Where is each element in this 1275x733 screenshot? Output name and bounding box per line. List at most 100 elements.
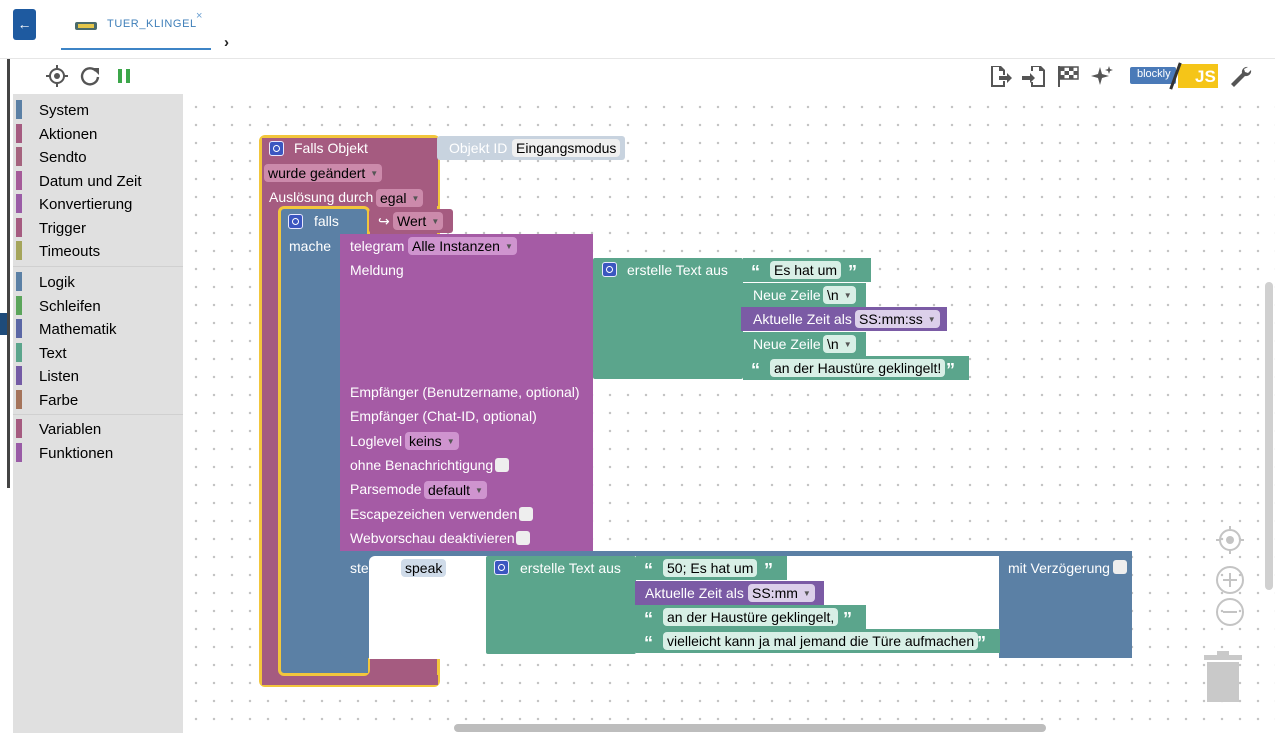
ausloesung-dropdown[interactable]: egal ▼	[376, 189, 424, 207]
newline-dropdown[interactable]: \n ▼	[823, 286, 856, 304]
dropdown-arrow-icon: ▼	[370, 169, 379, 179]
blockly-workspace[interactable]: Falls Objekt Objekt ID Eingangsmodus wur…	[183, 94, 1275, 733]
recipient-chat-label: Empfänger (Chat-ID, optional)	[350, 408, 537, 424]
quote-close-icon: ”	[848, 262, 857, 282]
sidebar-item-sendto[interactable]: Sendto	[13, 145, 183, 167]
sidebar-item-variablen[interactable]: Variablen	[13, 417, 183, 439]
sidebar-item-system[interactable]: System	[13, 98, 183, 120]
wurde-geaendert-value: wurde geändert	[268, 165, 366, 181]
sidebar-item-farbe[interactable]: Farbe	[13, 388, 183, 410]
sidebar-item-mathematik[interactable]: Mathematik	[13, 317, 183, 339]
ausloesung-label: Auslösung durch	[269, 189, 374, 205]
webpreview-checkbox[interactable]	[516, 531, 530, 545]
wrench-icon[interactable]	[1228, 64, 1252, 88]
dropdown-arrow-icon: ▼	[927, 315, 936, 325]
newline-dropdown[interactable]: \n ▼	[823, 335, 856, 353]
refresh-icon[interactable]	[78, 64, 102, 88]
crosshair-icon[interactable]	[45, 64, 69, 88]
escape-checkbox[interactable]	[519, 507, 533, 521]
wurde-geaendert-dropdown[interactable]: wurde geändert ▼	[264, 164, 383, 182]
sidebar-item-label: Konvertierung	[39, 196, 133, 213]
no-notification-label: ohne Benachrichtigung	[350, 457, 494, 473]
gear-icon[interactable]	[288, 214, 303, 229]
loglevel-dropdown[interactable]: keins ▼	[405, 432, 459, 450]
export-icon[interactable]	[988, 64, 1012, 88]
category-color-bar	[16, 241, 22, 260]
quote-close-icon: ”	[843, 609, 852, 629]
time-format-dropdown[interactable]: SS:mm:ss ▼	[855, 310, 940, 328]
trash-icon[interactable]	[1202, 650, 1244, 704]
sidebar-item-trigger[interactable]: Trigger	[13, 216, 183, 238]
quote-close-icon: ”	[977, 633, 986, 653]
sidebar-item-label: Variablen	[39, 421, 102, 438]
speak-dropdown[interactable]: speak	[401, 559, 447, 577]
back-button[interactable]: ←	[13, 9, 36, 40]
sidebar-item-aktionen[interactable]: Aktionen	[13, 122, 183, 144]
sidebar-item-logik[interactable]: Logik	[13, 270, 183, 292]
parsemode-dropdown[interactable]: default ▼	[424, 481, 487, 499]
wert-value: Wert	[397, 213, 427, 229]
sidebar-item-label: Listen	[39, 368, 80, 385]
import-icon[interactable]	[1022, 64, 1046, 88]
sidebar-item-label: Datum und Zeit	[39, 172, 142, 190]
horizontal-scrollbar[interactable]	[454, 724, 1046, 732]
sidebar-item-text[interactable]: Text	[13, 341, 183, 363]
delay-label: mit Verzögerung	[1008, 560, 1110, 576]
text-value-vielleicht[interactable]: vielleicht kann ja mal jemand die Türe a…	[663, 632, 979, 650]
mache-label: mache	[289, 238, 332, 254]
chevron-right-icon[interactable]: ›	[224, 34, 229, 51]
objekt-id-label: Objekt ID	[449, 140, 508, 156]
text-value-haustuere-2[interactable]: an der Haustüre geklingelt,	[663, 608, 839, 626]
checkered-flag-icon[interactable]	[1056, 64, 1080, 88]
gear-icon[interactable]	[269, 141, 284, 156]
sidebar-item-schleifen[interactable]: Schleifen	[13, 294, 183, 316]
zoom-out-icon[interactable]	[1215, 597, 1245, 627]
pause-icon[interactable]	[112, 64, 136, 88]
no-notification-checkbox[interactable]	[495, 458, 509, 472]
sidebar-item-datum-und-zeit[interactable]: Datum und Zeit	[13, 169, 183, 191]
meldung-label: Meldung	[350, 262, 404, 278]
tab-tuer-klingel[interactable]: TUER_KLINGEL ×	[61, 8, 211, 50]
gear-icon[interactable]	[494, 560, 509, 575]
control-label: steuere	[350, 560, 397, 576]
category-color-bar	[16, 419, 22, 438]
dropdown-arrow-icon: ▼	[411, 194, 420, 204]
sparkle-icon[interactable]	[1090, 64, 1114, 88]
sidebar-item-funktionen[interactable]: Funktionen	[13, 441, 183, 463]
falls-label: falls	[314, 213, 339, 229]
dropdown-arrow-icon: ▼	[504, 242, 513, 252]
close-icon[interactable]: ×	[196, 10, 202, 22]
vertical-scrollbar[interactable]	[1265, 282, 1273, 590]
recenter-icon[interactable]	[1215, 525, 1245, 555]
wert-dropdown[interactable]: Wert ▼	[393, 212, 444, 230]
telegram-instance-dropdown[interactable]: Alle Instanzen ▼	[408, 237, 517, 255]
gear-icon[interactable]	[602, 262, 617, 277]
blockly-js-toggle[interactable]: blockly JS	[1124, 62, 1220, 90]
ausloesung-value: egal	[380, 190, 407, 206]
sidebar-item-konvertierung[interactable]: Konvertierung	[13, 192, 183, 214]
sidebar-item-timeouts[interactable]: Timeouts	[13, 239, 183, 261]
current-time-label: Aktuelle Zeit als	[645, 585, 744, 601]
newline-label: Neue Zeile	[753, 336, 821, 352]
dropdown-arrow-icon: ▼	[843, 340, 852, 350]
delay-checkbox[interactable]	[1113, 560, 1127, 574]
zoom-in-icon[interactable]	[1215, 565, 1245, 595]
newline-label: Neue Zeile	[753, 287, 821, 303]
text-value-50[interactable]: 50; Es hat um	[663, 559, 758, 577]
quote-open-icon: “	[751, 360, 760, 380]
sidebar-item-listen[interactable]: Listen	[13, 364, 183, 386]
quote-open-icon: “	[644, 560, 653, 580]
current-time-label: Aktuelle Zeit als	[753, 311, 852, 327]
newline-value: \n	[827, 287, 839, 303]
text-value-haustuere[interactable]: an der Haustüre geklingelt!	[770, 359, 946, 377]
escape-label: Escapezeichen verwenden	[350, 506, 518, 522]
sidebar-item-label: Mathematik	[39, 321, 117, 338]
time-format-dropdown[interactable]: SS:mm ▼	[748, 584, 815, 602]
quote-open-icon: “	[751, 262, 760, 282]
objekt-id-value[interactable]: Eingangsmodus	[512, 139, 621, 157]
telegram-instance-value: Alle Instanzen	[412, 238, 500, 254]
tab-label: TUER_KLINGEL	[107, 18, 197, 30]
text-value-es-hat-um[interactable]: Es hat um	[770, 261, 842, 279]
quote-close-icon: ”	[764, 560, 773, 580]
left-panel-scrollbar[interactable]	[7, 48, 10, 488]
